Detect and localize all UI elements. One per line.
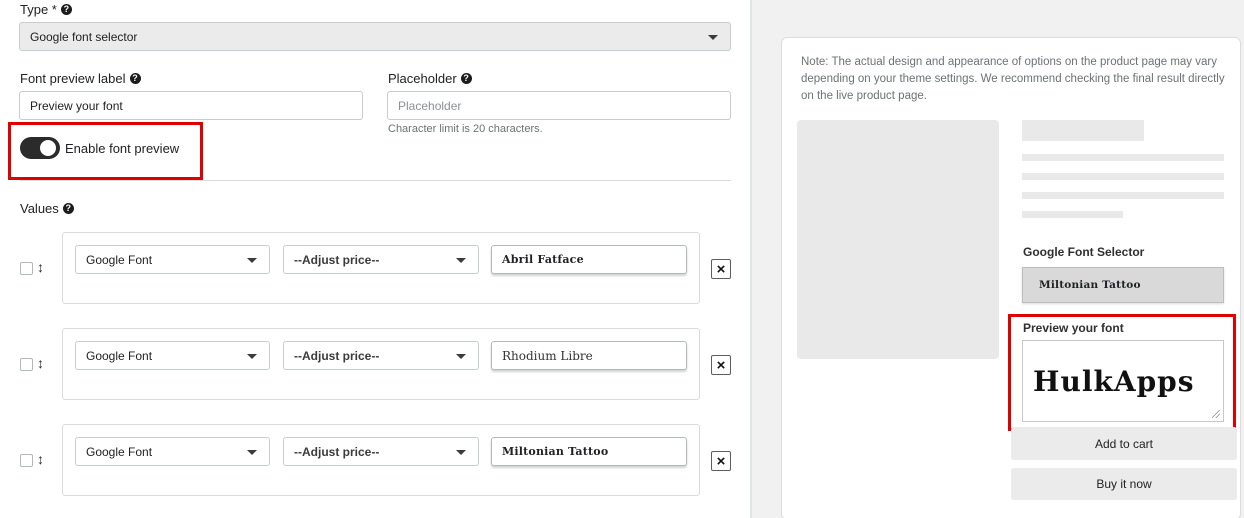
- help-icon[interactable]: ?: [62, 203, 74, 214]
- enable-preview-label: Enable font preview: [65, 141, 180, 156]
- chevron-down-icon: [708, 35, 718, 40]
- adjust-price-select[interactable]: --Adjust price--: [283, 341, 479, 370]
- google-font-selector[interactable]: Miltonian Tattoo: [1022, 267, 1224, 303]
- drag-handle-icon[interactable]: ↕: [37, 451, 44, 467]
- placeholder-input[interactable]: Placeholder: [387, 91, 731, 120]
- text-skeleton: [1022, 192, 1224, 199]
- text-skeleton: [1022, 211, 1123, 218]
- drag-handle-icon[interactable]: ↕: [37, 259, 44, 275]
- add-to-cart-button[interactable]: Add to cart: [1011, 427, 1237, 460]
- font-source-value: Google Font: [86, 444, 153, 459]
- close-icon: ×: [716, 260, 726, 278]
- resize-handle-icon[interactable]: [1212, 410, 1220, 418]
- font-source-value: Google Font: [86, 348, 153, 363]
- font-preview-label-input[interactable]: Preview your font: [19, 91, 363, 120]
- close-icon: ×: [716, 356, 726, 374]
- preview-note: Note: The actual design and appearance o…: [801, 56, 1225, 102]
- toggle-knob: [40, 140, 56, 156]
- preview-your-font-title: Preview your font: [1023, 321, 1124, 335]
- font-preview-label: Font preview label ?: [20, 71, 141, 86]
- help-icon[interactable]: ?: [129, 73, 141, 84]
- google-font-selector-value: Miltonian Tattoo: [1039, 279, 1141, 291]
- adjust-price-select[interactable]: --Adjust price--: [283, 245, 479, 274]
- divider: [20, 180, 731, 181]
- placeholder-label: Placeholder ?: [388, 71, 472, 86]
- font-preview-textarea[interactable]: HulkApps: [1022, 340, 1224, 422]
- font-source-value: Google Font: [86, 252, 153, 267]
- chevron-down-icon: [247, 258, 257, 263]
- row-checkbox[interactable]: [20, 454, 33, 467]
- google-font-selector-title: Google Font Selector: [1023, 245, 1145, 259]
- values-label: Values ?: [20, 201, 74, 216]
- font-source-select[interactable]: Google Font: [75, 245, 270, 274]
- adjust-price-select[interactable]: --Adjust price--: [283, 437, 479, 466]
- font-name-value: Rhodium Libre: [502, 348, 593, 363]
- char-limit-hint: Character limit is 20 characters.: [388, 123, 543, 135]
- font-preview-label-value: Preview your font: [30, 98, 123, 113]
- font-source-select[interactable]: Google Font: [75, 341, 270, 370]
- row-checkbox[interactable]: [20, 262, 33, 275]
- buy-now-button[interactable]: Buy it now: [1011, 468, 1237, 500]
- help-icon[interactable]: ?: [60, 4, 72, 15]
- font-name-value: Abril Fatface: [502, 253, 584, 266]
- text-skeleton: [1022, 154, 1224, 161]
- text-skeleton: [1022, 173, 1224, 180]
- chevron-down-icon: [247, 450, 257, 455]
- enable-preview-toggle[interactable]: [20, 137, 60, 159]
- chevron-down-icon: [456, 450, 466, 455]
- font-name-input[interactable]: Miltonian Tattoo: [491, 437, 687, 466]
- remove-row-button[interactable]: ×: [711, 355, 731, 375]
- type-select-value: Google font selector: [30, 29, 138, 44]
- type-select[interactable]: Google font selector: [19, 22, 731, 51]
- font-name-value: Miltonian Tattoo: [502, 445, 609, 458]
- adjust-price-value: --Adjust price--: [294, 252, 380, 267]
- remove-row-button[interactable]: ×: [711, 451, 731, 471]
- type-label: Type * ?: [20, 2, 72, 17]
- placeholder-input-placeholder: Placeholder: [398, 98, 462, 113]
- font-source-select[interactable]: Google Font: [75, 437, 270, 466]
- values-label-text: Values: [20, 201, 59, 216]
- font-name-input[interactable]: Abril Fatface: [491, 245, 687, 274]
- chevron-down-icon: [456, 354, 466, 359]
- type-label-text: Type *: [20, 2, 57, 17]
- row-checkbox[interactable]: [20, 358, 33, 371]
- add-to-cart-label: Add to cart: [1094, 436, 1154, 451]
- remove-row-button[interactable]: ×: [711, 259, 731, 279]
- font-preview-text: HulkApps: [1033, 364, 1195, 398]
- chevron-down-icon: [456, 258, 466, 263]
- font-preview-label-text: Font preview label: [20, 71, 126, 86]
- drag-handle-icon[interactable]: ↕: [37, 355, 44, 371]
- help-icon[interactable]: ?: [460, 73, 472, 84]
- close-icon: ×: [716, 452, 726, 470]
- chevron-down-icon: [247, 354, 257, 359]
- adjust-price-value: --Adjust price--: [294, 444, 380, 459]
- product-image-placeholder: [797, 120, 999, 359]
- adjust-price-value: --Adjust price--: [294, 348, 380, 363]
- buy-now-label: Buy it now: [1096, 477, 1152, 491]
- font-name-input[interactable]: Rhodium Libre: [491, 341, 687, 370]
- title-skeleton: [1022, 120, 1144, 141]
- placeholder-label-text: Placeholder: [388, 71, 457, 86]
